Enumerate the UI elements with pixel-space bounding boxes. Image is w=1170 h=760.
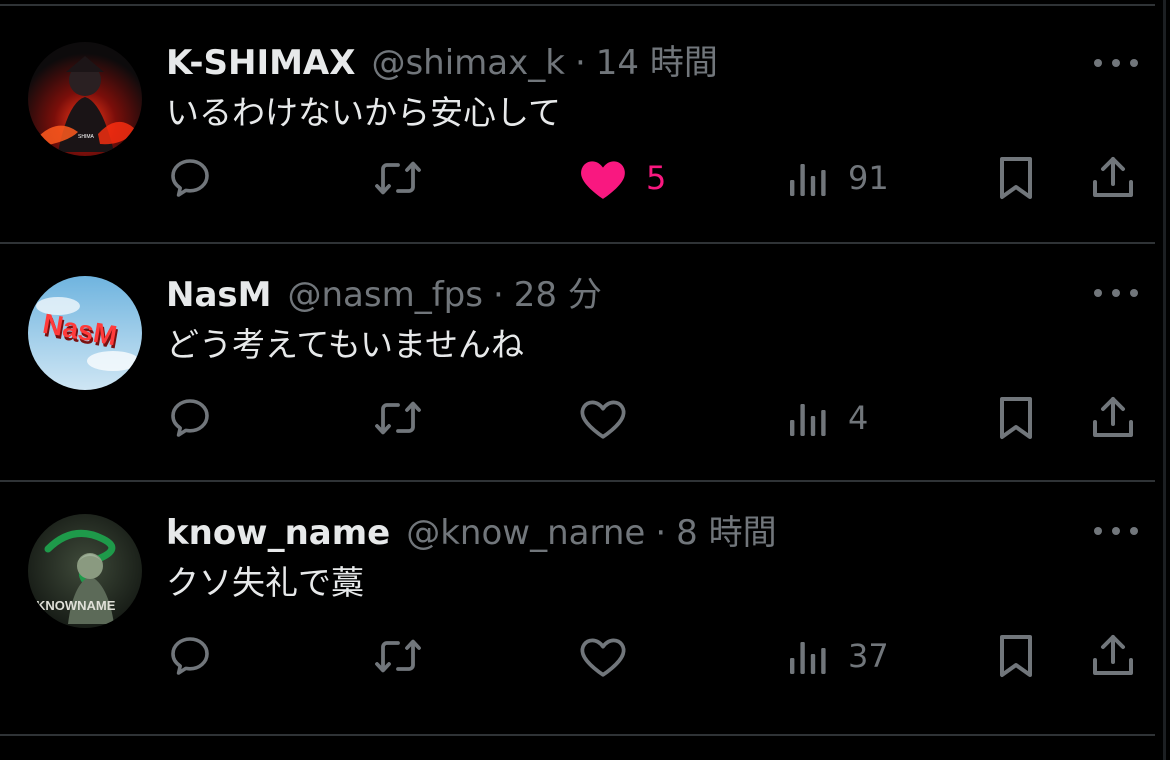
tweet-header: know_name @know_narne · 8 時間 (166, 510, 777, 556)
views-button[interactable]: 37 (788, 626, 889, 686)
heart-icon (580, 638, 626, 677)
timestamp[interactable]: 28 分 (514, 272, 602, 318)
share-upload-icon (1093, 397, 1133, 437)
avatar[interactable]: SHIMA (28, 42, 142, 156)
reply-button[interactable] (166, 148, 214, 208)
avatar-nasm-image: NasM NasM (28, 276, 142, 390)
views-button[interactable]: 4 (788, 388, 868, 448)
like-button[interactable] (578, 626, 646, 686)
timestamp[interactable]: 14 時間 (596, 40, 718, 86)
share-button[interactable] (1090, 148, 1136, 208)
bookmark-icon (1000, 397, 1032, 439)
reply-bubble-icon (171, 399, 209, 437)
retweet-button[interactable] (372, 626, 424, 686)
bar-chart-icon (790, 164, 826, 196)
avatar-shimax-image: SHIMA (28, 42, 142, 156)
share-upload-icon (1093, 635, 1133, 675)
avatar[interactable]: NasM NasM (28, 276, 142, 390)
display-name[interactable]: K-SHIMAX (166, 40, 355, 86)
tweet-item[interactable]: NasM NasM NasM @nasm_fps · 28 分 どう考えてもいま… (0, 244, 1155, 482)
separator-dot: · (492, 275, 504, 315)
bar-chart-icon (790, 404, 826, 436)
tweet-text: どう考えてもいませんね (166, 325, 525, 364)
display-name[interactable]: NasM (166, 272, 271, 318)
avatar-label: KNOWNAME (36, 598, 116, 613)
share-button[interactable] (1090, 388, 1136, 448)
bookmark-button[interactable] (996, 388, 1036, 448)
timestamp[interactable]: 8 時間 (676, 510, 776, 556)
heart-icon (580, 400, 626, 439)
tweet-item[interactable]: SHIMA K-SHIMAX @shimax_k · 14 時間 いるわけないか… (0, 6, 1155, 244)
more-dots-icon[interactable] (1094, 278, 1138, 308)
reply-button[interactable] (166, 626, 214, 686)
reply-bubble-icon (171, 637, 209, 675)
bookmark-icon (1000, 635, 1032, 677)
avatar-knowname-image: KNOWNAME (28, 514, 142, 628)
like-count: 5 (646, 159, 667, 197)
avatar-label: SHIMA (78, 134, 95, 140)
reply-button[interactable] (166, 388, 214, 448)
avatar[interactable]: KNOWNAME (28, 514, 142, 628)
user-handle[interactable]: @nasm_fps (287, 272, 482, 318)
separator-dot: · (574, 43, 586, 83)
action-bar: 37 (0, 626, 1155, 686)
like-button[interactable] (578, 388, 646, 448)
display-name[interactable]: know_name (166, 510, 390, 556)
retweet-button[interactable] (372, 148, 424, 208)
tweet-header: K-SHIMAX @shimax_k · 14 時間 (166, 40, 718, 86)
view-count: 91 (848, 159, 889, 197)
tweet-header: NasM @nasm_fps · 28 分 (166, 272, 602, 318)
share-upload-icon (1093, 157, 1133, 197)
bookmark-button[interactable] (996, 148, 1036, 208)
view-count: 37 (848, 637, 889, 675)
more-dots-icon[interactable] (1094, 516, 1138, 546)
action-bar: 4 (0, 388, 1155, 448)
retweet-button[interactable] (372, 388, 424, 448)
user-handle[interactable]: @shimax_k (371, 40, 564, 86)
bookmark-button[interactable] (996, 626, 1036, 686)
scrollbar[interactable] (1158, 0, 1170, 760)
heart-icon (581, 161, 625, 199)
views-button[interactable]: 91 (788, 148, 889, 208)
action-bar: 5 91 (0, 148, 1155, 208)
bar-chart-icon (790, 642, 826, 674)
tweet-item[interactable]: KNOWNAME know_name @know_narne · 8 時間 クソ… (0, 482, 1155, 736)
retweet-arrows-icon (375, 639, 421, 673)
reply-bubble-icon (171, 159, 209, 197)
tweet-text: いるわけないから安心して (166, 93, 562, 132)
view-count: 4 (848, 399, 869, 437)
share-button[interactable] (1090, 626, 1136, 686)
tweet-text: クソ失礼で藁 (166, 563, 364, 602)
retweet-arrows-icon (375, 161, 421, 195)
retweet-arrows-icon (375, 401, 421, 435)
bookmark-icon (1000, 157, 1032, 199)
user-handle[interactable]: @know_narne (406, 510, 645, 556)
separator-dot: · (655, 513, 667, 553)
more-dots-icon[interactable] (1094, 48, 1138, 78)
like-button[interactable]: 5 (578, 148, 666, 208)
